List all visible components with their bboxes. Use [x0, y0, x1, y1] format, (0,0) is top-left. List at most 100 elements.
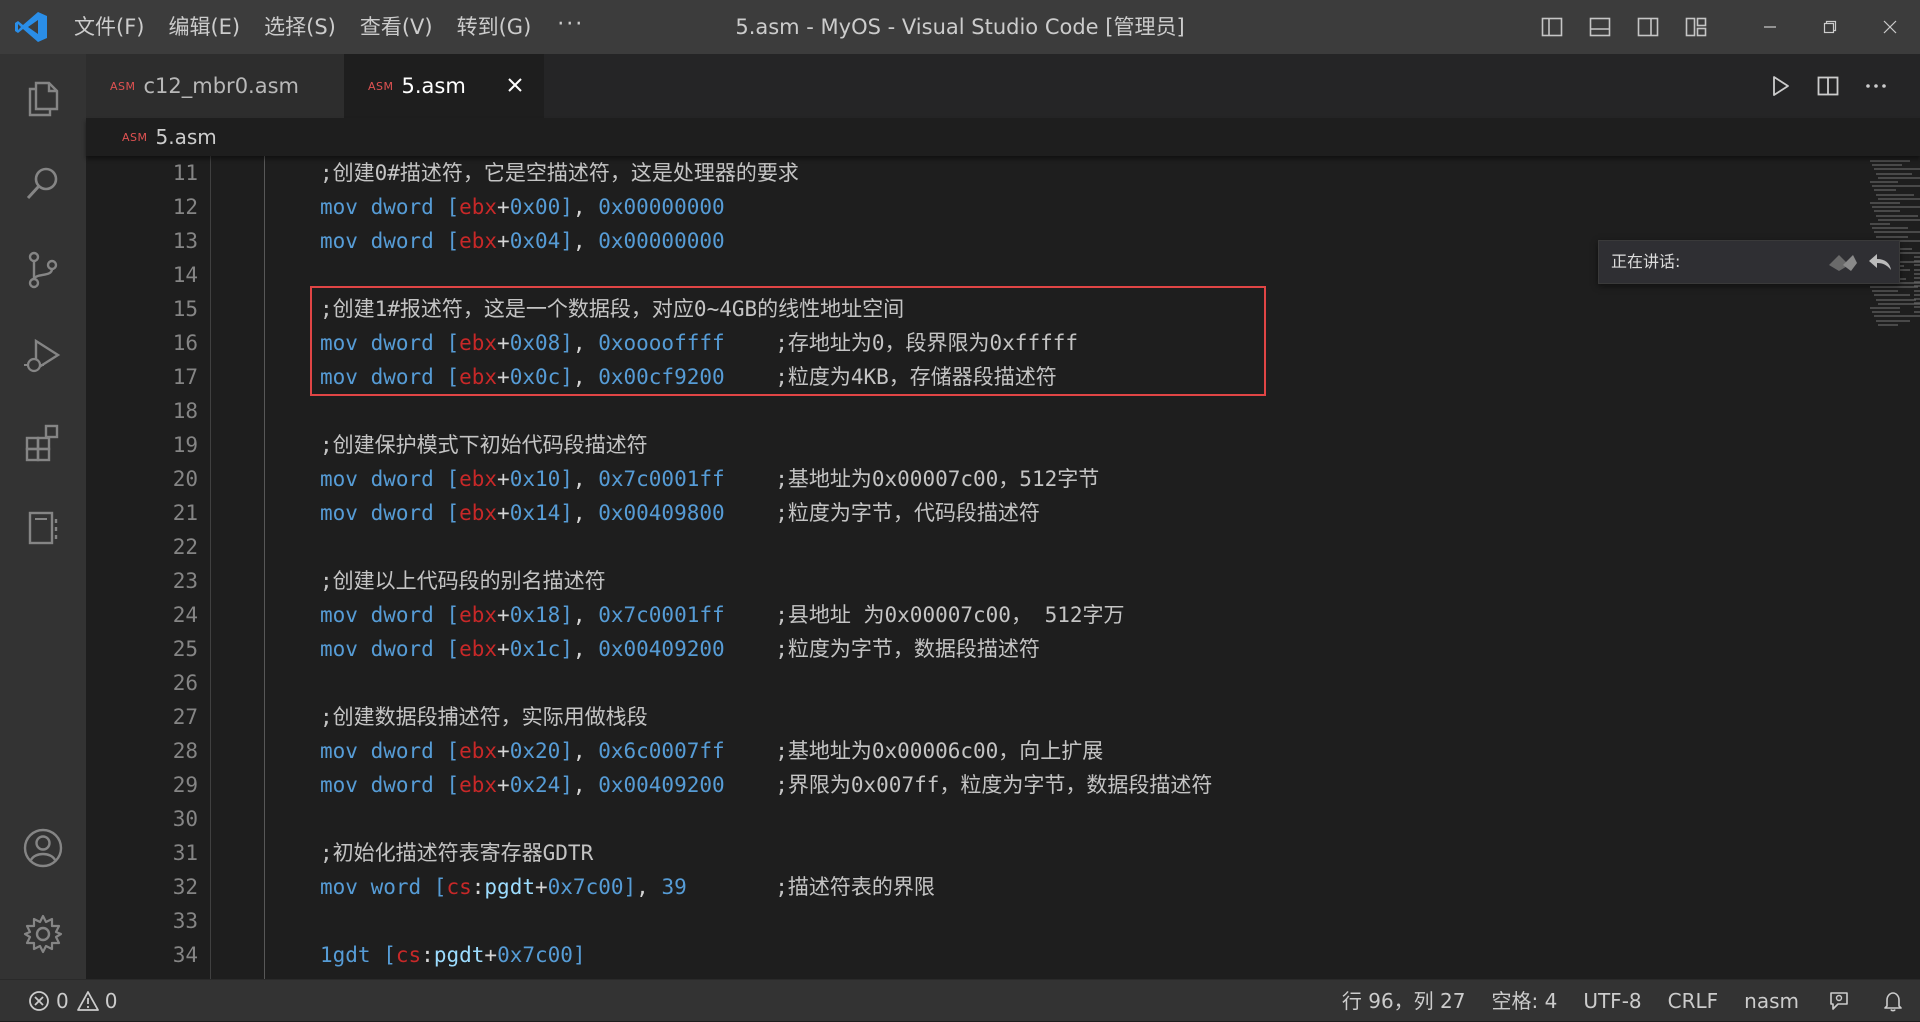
code-token: pgdt [433, 943, 485, 967]
code-token: : [471, 875, 485, 899]
code-line[interactable]: 29 mov dword [ebx+0x24], 0x00409200 ;界限为0… [86, 768, 1786, 802]
code-token: 0x24 [509, 773, 561, 797]
code-line[interactable]: 31 ;初始化描述符表寄存器GDTR [86, 836, 1786, 870]
code-line[interactable]: 13 mov dword [ebx+0x04], 0x00000000 [86, 224, 1786, 258]
notebook-button[interactable] [0, 496, 86, 560]
minimap-line [1874, 168, 1920, 171]
code-line[interactable]: 30 [86, 802, 1786, 836]
code-token: , [572, 637, 599, 661]
error-count: 0 [56, 989, 69, 1013]
code-token: [ [446, 739, 460, 763]
title-bar-controls [1528, 0, 1920, 54]
close-window-button[interactable] [1860, 0, 1920, 54]
minimap-line [1878, 323, 1898, 326]
accounts-button[interactable] [0, 816, 86, 880]
code-line[interactable]: 12 mov dword [ebx+0x00], 0x00000000 [86, 190, 1786, 224]
run-button[interactable] [1756, 54, 1804, 118]
code-text: mov dword [ebx+0x14], 0x00409800 ;粒度为字节，… [320, 496, 1040, 530]
code-token: 0x00 [509, 195, 561, 219]
customize-layout-button[interactable] [1672, 0, 1720, 54]
code-token: 0x14 [509, 501, 561, 525]
source-control-button[interactable] [0, 238, 86, 302]
code-line[interactable]: 34 1gdt [cs:pgdt+0x7c00] [86, 938, 1786, 972]
tab-c12-mbr0-asm[interactable]: ASM c12_mbr0.asm [86, 54, 344, 118]
language-mode[interactable]: nasm [1731, 980, 1812, 1022]
extensions-button[interactable] [0, 410, 86, 474]
minimize-button[interactable] [1740, 0, 1800, 54]
search-icon [26, 167, 58, 200]
feedback-button[interactable] [1812, 980, 1866, 1022]
menu-more-button[interactable]: ··· [543, 0, 598, 54]
line-number: 19 [172, 433, 198, 457]
toggle-secondary-sidebar-button[interactable] [1624, 0, 1672, 54]
code-line[interactable]: 20 mov dword [ebx+0x10], 0x7c0001ff ;基地址为… [86, 462, 1786, 496]
code-token: [ [446, 501, 460, 525]
code-line[interactable]: 19 ;创建保护模式下初始代码段描述符 [86, 428, 1786, 462]
minimap-line [1872, 290, 1898, 293]
code-token: [ [383, 943, 396, 967]
vscode-logo-icon[interactable] [14, 11, 48, 43]
code-token: mov dword [320, 501, 447, 525]
code-token: [ [446, 603, 460, 627]
toggle-primary-sidebar-button[interactable] [1528, 0, 1576, 54]
close-icon [508, 78, 522, 92]
minimap-line [1870, 286, 1918, 288]
code-line[interactable]: 23 ;创建以上代码段的别名描述符 [86, 564, 1786, 598]
minimap-line [1872, 164, 1902, 167]
code-token: ;创建保护模式下初始代码段描述符 [320, 433, 648, 457]
breadcrumb-file[interactable]: 5.asm [156, 125, 217, 149]
minimap-line [1914, 306, 1920, 309]
code-line[interactable]: 28 mov dword [ebx+0x20], 0x6c0007ff ;基地址为… [86, 734, 1786, 768]
split-editor-button[interactable] [1804, 54, 1852, 118]
cursor-position[interactable]: 行 96，列 27 [1329, 980, 1479, 1022]
menu-file[interactable]: 文件(F) [62, 0, 156, 54]
code-token: ebx [459, 637, 498, 661]
code-line[interactable]: 22 [86, 530, 1786, 564]
menu-view[interactable]: 查看(V) [348, 0, 445, 54]
code-line[interactable]: 27 ;创建数据段捕述符，实际用做栈段 [86, 700, 1786, 734]
code-token: ;初始化描述符表寄存器GDTR [320, 841, 594, 865]
toggle-panel-button[interactable] [1576, 0, 1624, 54]
code-line[interactable]: 32 mov word [cs:pgdt+0x7c00], 39 ;描述符表的界限 [86, 870, 1786, 904]
manage-button[interactable] [0, 902, 86, 966]
end-of-line[interactable]: CRLF [1655, 980, 1732, 1022]
encoding[interactable]: UTF-8 [1570, 980, 1654, 1022]
code-token: [ [446, 637, 460, 661]
minimap-line [1872, 227, 1908, 230]
menu-selection[interactable]: 选择(S) [252, 0, 348, 54]
indentation[interactable]: 空格: 4 [1479, 980, 1571, 1022]
more-actions-button[interactable] [1852, 54, 1900, 118]
code-line[interactable]: 25 mov dword [ebx+0x1c], 0x00409200 ;粒度为字… [86, 632, 1786, 666]
breadcrumb: ASM 5.asm [86, 118, 1920, 156]
menu-bar: 文件(F) 编辑(E) 选择(S) 查看(V) 转到(G) ··· [62, 0, 598, 54]
code-line[interactable]: 33 [86, 904, 1786, 938]
code-line[interactable]: 21 mov dword [ebx+0x14], 0x00409800 ;粒度为字… [86, 496, 1786, 530]
menu-go[interactable]: 转到(G) [445, 0, 544, 54]
tab-close-button[interactable] [502, 72, 528, 98]
code-line[interactable]: 11 ;创建0#描述符，它是空描述符，这是处理器的要求 [86, 156, 1786, 190]
code-text: mov dword [ebx+0x18], 0x7c0001ff ;县地址 为0… [320, 598, 1125, 632]
code-line[interactable]: 24 mov dword [ebx+0x18], 0x7c0001ff ;县地址 … [86, 598, 1786, 632]
problems-indicator[interactable]: 0 0 [28, 980, 117, 1022]
minimap-line [1874, 294, 1910, 297]
bell-icon [1884, 992, 1902, 1012]
run-debug-button[interactable] [0, 324, 86, 388]
explorer-button[interactable] [0, 66, 86, 130]
reply-icon[interactable] [1867, 251, 1893, 273]
menu-edit[interactable]: 编辑(E) [156, 0, 252, 54]
code-token: ebx [459, 467, 498, 491]
code-line[interactable]: 18 [86, 394, 1786, 428]
code-text: mov dword [ebx+0x10], 0x7c0001ff ;基地址为0x… [320, 462, 1099, 496]
code-token: ] [560, 229, 573, 253]
code-token: , [572, 773, 599, 797]
speaking-logo-icon [1829, 255, 1857, 271]
notifications-button[interactable] [1866, 980, 1920, 1022]
tab-5-asm[interactable]: ASM 5.asm [344, 54, 544, 118]
restore-button[interactable] [1800, 0, 1860, 54]
editor-actions [1756, 54, 1900, 118]
search-button[interactable] [0, 152, 86, 216]
code-line[interactable]: 26 [86, 666, 1786, 700]
line-number: 18 [172, 399, 198, 423]
